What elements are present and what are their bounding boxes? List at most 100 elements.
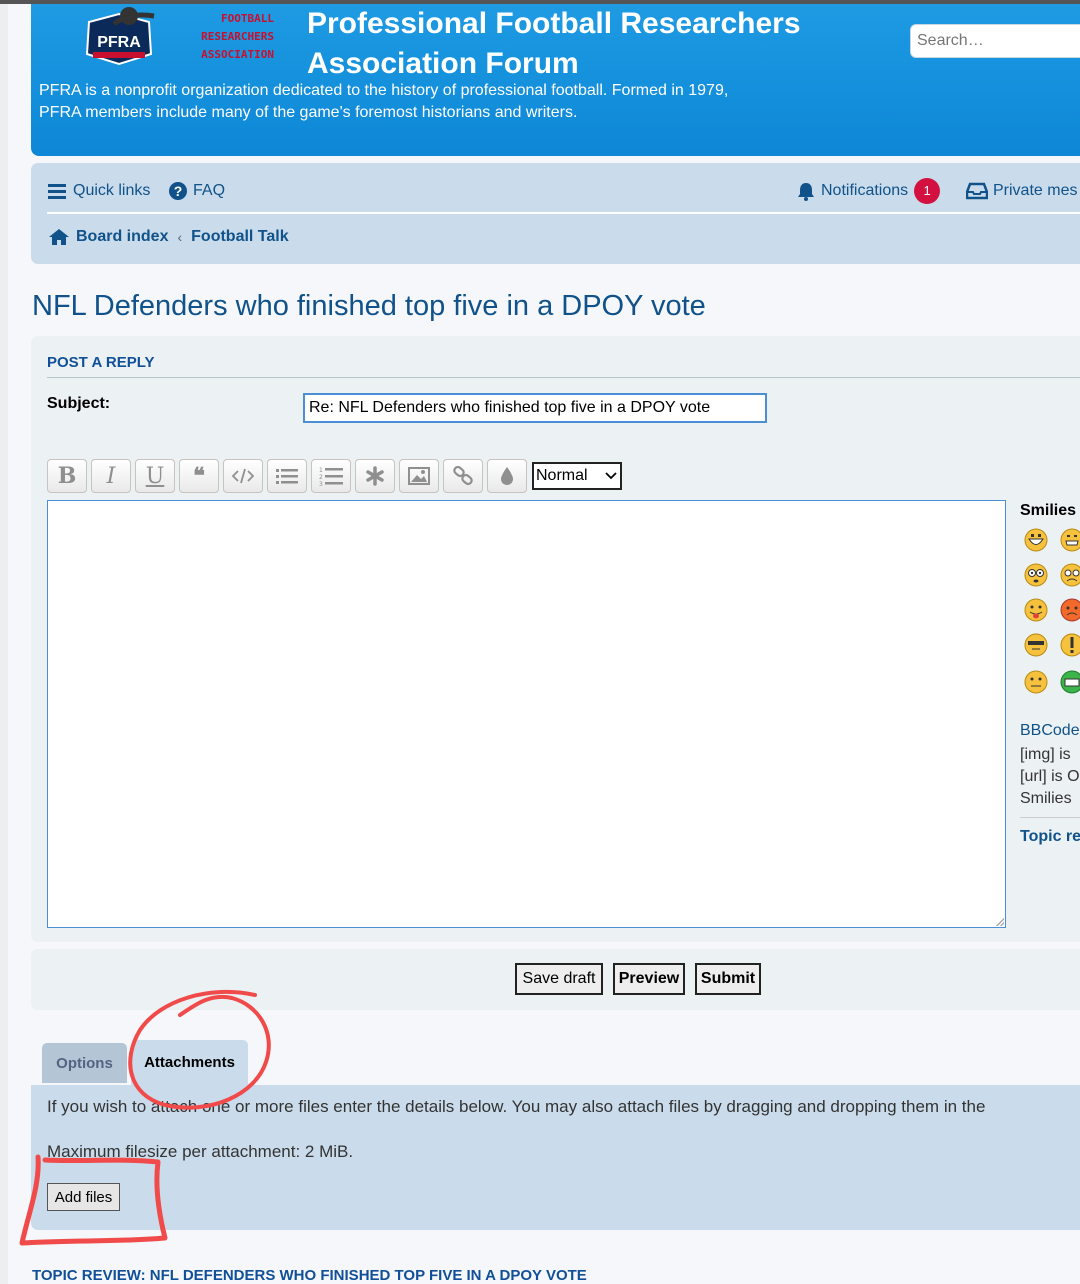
tab-attachments[interactable]: Attachments [131, 1040, 248, 1085]
numbered-list-icon: 123 [319, 467, 343, 486]
question-circle-icon: ? [169, 182, 187, 200]
save-draft-label: Save draft [522, 970, 596, 987]
home-icon [49, 229, 69, 245]
quote-button[interactable]: ❝ [179, 459, 219, 493]
svg-text:1: 1 [319, 467, 323, 474]
smiley-neutral-icon[interactable] [1024, 670, 1048, 694]
breadcrumb-separator: ‹ [177, 229, 183, 245]
quote-icon: ❝ [193, 463, 205, 489]
bell-icon [798, 183, 814, 201]
navbar: Quick links ? FAQ Notifications 1 Privat… [31, 163, 1080, 264]
tab-attachments-label: Attachments [144, 1054, 235, 1071]
sidebar-divider [1020, 817, 1080, 818]
smiley-eek-icon[interactable] [1024, 563, 1048, 587]
smiley-cool-icon[interactable] [1024, 633, 1048, 657]
svg-text:?: ? [174, 183, 183, 199]
private-messages-label: Private mes [993, 182, 1078, 199]
attachments-max-size: Maximum filesize per attachment: 2 MiB. [47, 1142, 354, 1161]
site-title[interactable]: Professional Football Researchers Associ… [307, 4, 867, 84]
site-description: PFRA is a nonprofit organization dedicat… [39, 80, 839, 124]
subject-label: Subject: [47, 395, 111, 412]
submit-panel: Save draft Preview Submit [31, 949, 1080, 1010]
smiley-exclaim-icon[interactable] [1060, 633, 1080, 657]
bbcode-link[interactable]: BBCode [1020, 722, 1080, 740]
attachments-info: If you wish to attach one or more files … [47, 1097, 986, 1116]
svg-text:2: 2 [319, 474, 323, 481]
page-title[interactable]: NFL Defenders who finished top five in a… [32, 290, 706, 323]
smiley-green-icon[interactable] [1060, 670, 1080, 694]
save-draft-button[interactable]: Save draft [515, 963, 603, 995]
quick-links-menu[interactable]: Quick links [48, 176, 150, 206]
notifications-label: Notifications [821, 182, 909, 199]
site-description-line-1: PFRA is a nonprofit organization dedicat… [39, 82, 729, 99]
underline-button[interactable]: U [135, 459, 175, 493]
smiley-laugh-icon[interactable] [1060, 528, 1080, 552]
smilies-sidebar: Smilies BBCode [img] is [url] is O Smili… [1020, 500, 1080, 860]
site-title-line-1: Professional Football Researchers [307, 7, 801, 40]
submit-label: Submit [700, 970, 756, 987]
italic-button[interactable]: I [91, 459, 131, 493]
post-reply-heading: POST A REPLY [47, 354, 155, 371]
smiley-grin-icon[interactable] [1024, 528, 1048, 552]
left-gutter [0, 0, 8, 1284]
nav-row: Quick links ? FAQ Notifications 1 Privat… [48, 176, 1080, 206]
bbcode-toolbar: B I U ❝ 123 Normal [47, 459, 622, 493]
list-item-button[interactable] [355, 459, 395, 493]
smilies-title: Smilies [1020, 502, 1077, 519]
smiley-tongue-icon[interactable] [1024, 598, 1048, 622]
post-reply-panel: POST A REPLY Subject: B I U ❝ 123 Normal [31, 336, 1080, 942]
smilies-status: Smilies [1020, 790, 1072, 807]
site-description-line-2: PFRA members include many of the game's … [39, 104, 578, 121]
search-input[interactable] [910, 24, 1080, 58]
notifications-link[interactable]: Notifications 1 [796, 176, 941, 206]
inbox-icon [966, 182, 988, 200]
pfra-logo[interactable]: PFRA FOOTBALL RESEARCHERS ASSOCIATION [59, 4, 309, 72]
chevron-down-icon [605, 472, 617, 480]
font-size-select[interactable]: Normal [532, 462, 622, 490]
add-files-label: Add files [54, 1188, 113, 1206]
svg-text:3: 3 [319, 481, 323, 486]
preview-button[interactable]: Preview [613, 963, 685, 995]
topic-review-link[interactable]: Topic re [1020, 828, 1080, 846]
tab-options-label: Options [56, 1054, 113, 1072]
link-icon [453, 466, 473, 486]
private-messages-link[interactable]: Private mes [966, 176, 1077, 206]
breadcrumb-board-index[interactable]: Board index [76, 228, 168, 246]
faq-link[interactable]: ? FAQ [168, 176, 225, 206]
code-button[interactable] [223, 459, 263, 493]
logo-text: PFRA [97, 34, 141, 51]
logo-line-2: RESEARCHERS [201, 30, 274, 43]
image-button[interactable] [399, 459, 439, 493]
numbered-list-button[interactable]: 123 [311, 459, 351, 493]
topic-review-heading: TOPIC REVIEW: NFL DEFENDERS WHO FINISHED… [32, 1267, 587, 1284]
site-title-line-2: Association Forum [307, 47, 579, 80]
img-status: [img] is [1020, 746, 1071, 763]
breadcrumb: Board index ‹ Football Talk [48, 223, 289, 251]
preview-label: Preview [618, 970, 680, 987]
add-files-button[interactable]: Add files [47, 1183, 120, 1211]
panel-divider [47, 377, 1080, 378]
smiley-confused-icon[interactable] [1060, 563, 1080, 587]
logo-line-1: FOOTBALL [221, 12, 274, 25]
asterisk-icon [366, 466, 384, 486]
code-icon [232, 468, 254, 484]
nav-divider [47, 212, 1080, 214]
list-button[interactable] [267, 459, 307, 493]
italic-label: I [106, 463, 116, 489]
bold-label: B [57, 463, 77, 489]
droplet-icon [501, 467, 513, 485]
subject-input[interactable] [303, 393, 767, 423]
quick-links-label: Quick links [73, 182, 151, 199]
resize-handle[interactable] [996, 918, 1004, 926]
submit-button[interactable]: Submit [695, 963, 761, 995]
image-icon [408, 467, 430, 485]
bold-button[interactable]: B [47, 459, 87, 493]
color-button[interactable] [487, 459, 527, 493]
smiley-mad-icon[interactable] [1060, 598, 1080, 622]
site-header: PFRA FOOTBALL RESEARCHERS ASSOCIATION Pr… [31, 4, 1080, 156]
tab-options[interactable]: Options [42, 1043, 127, 1083]
hamburger-icon [48, 184, 66, 199]
breadcrumb-football-talk[interactable]: Football Talk [191, 228, 288, 246]
link-button[interactable] [443, 459, 483, 493]
message-textarea[interactable] [47, 500, 1006, 928]
